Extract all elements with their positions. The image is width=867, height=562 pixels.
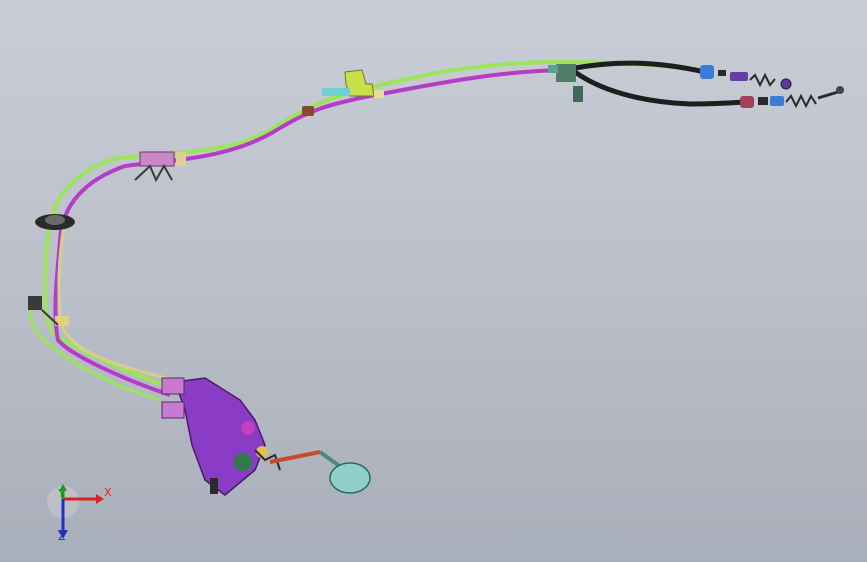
cable-clip-bracket[interactable] [134, 151, 186, 183]
cable-bracket-top[interactable] [322, 69, 384, 98]
cable-end-connector-upper[interactable] [700, 65, 792, 90]
shift-cable-green[interactable] [42, 59, 701, 387]
left-grommet[interactable] [35, 214, 75, 230]
black-cable-upper[interactable] [574, 60, 706, 75]
cable-beige-inner[interactable] [57, 224, 176, 382]
cad-viewport[interactable]: X Y Z [0, 0, 867, 562]
shift-knob[interactable] [329, 462, 371, 494]
z-axis-label: Z [58, 530, 66, 543]
cable-end-connector-lower[interactable] [740, 86, 844, 109]
gear-shifter-assembly[interactable] [161, 377, 281, 496]
shift-lever[interactable] [269, 450, 347, 472]
select-cable-magenta[interactable] [53, 68, 561, 397]
y-axis-label: Y [58, 487, 65, 500]
cable-grommet[interactable] [302, 106, 314, 116]
cable-assembly-model[interactable] [0, 0, 867, 562]
black-cable-lower[interactable] [573, 69, 746, 107]
x-axis-label: X [104, 486, 112, 499]
